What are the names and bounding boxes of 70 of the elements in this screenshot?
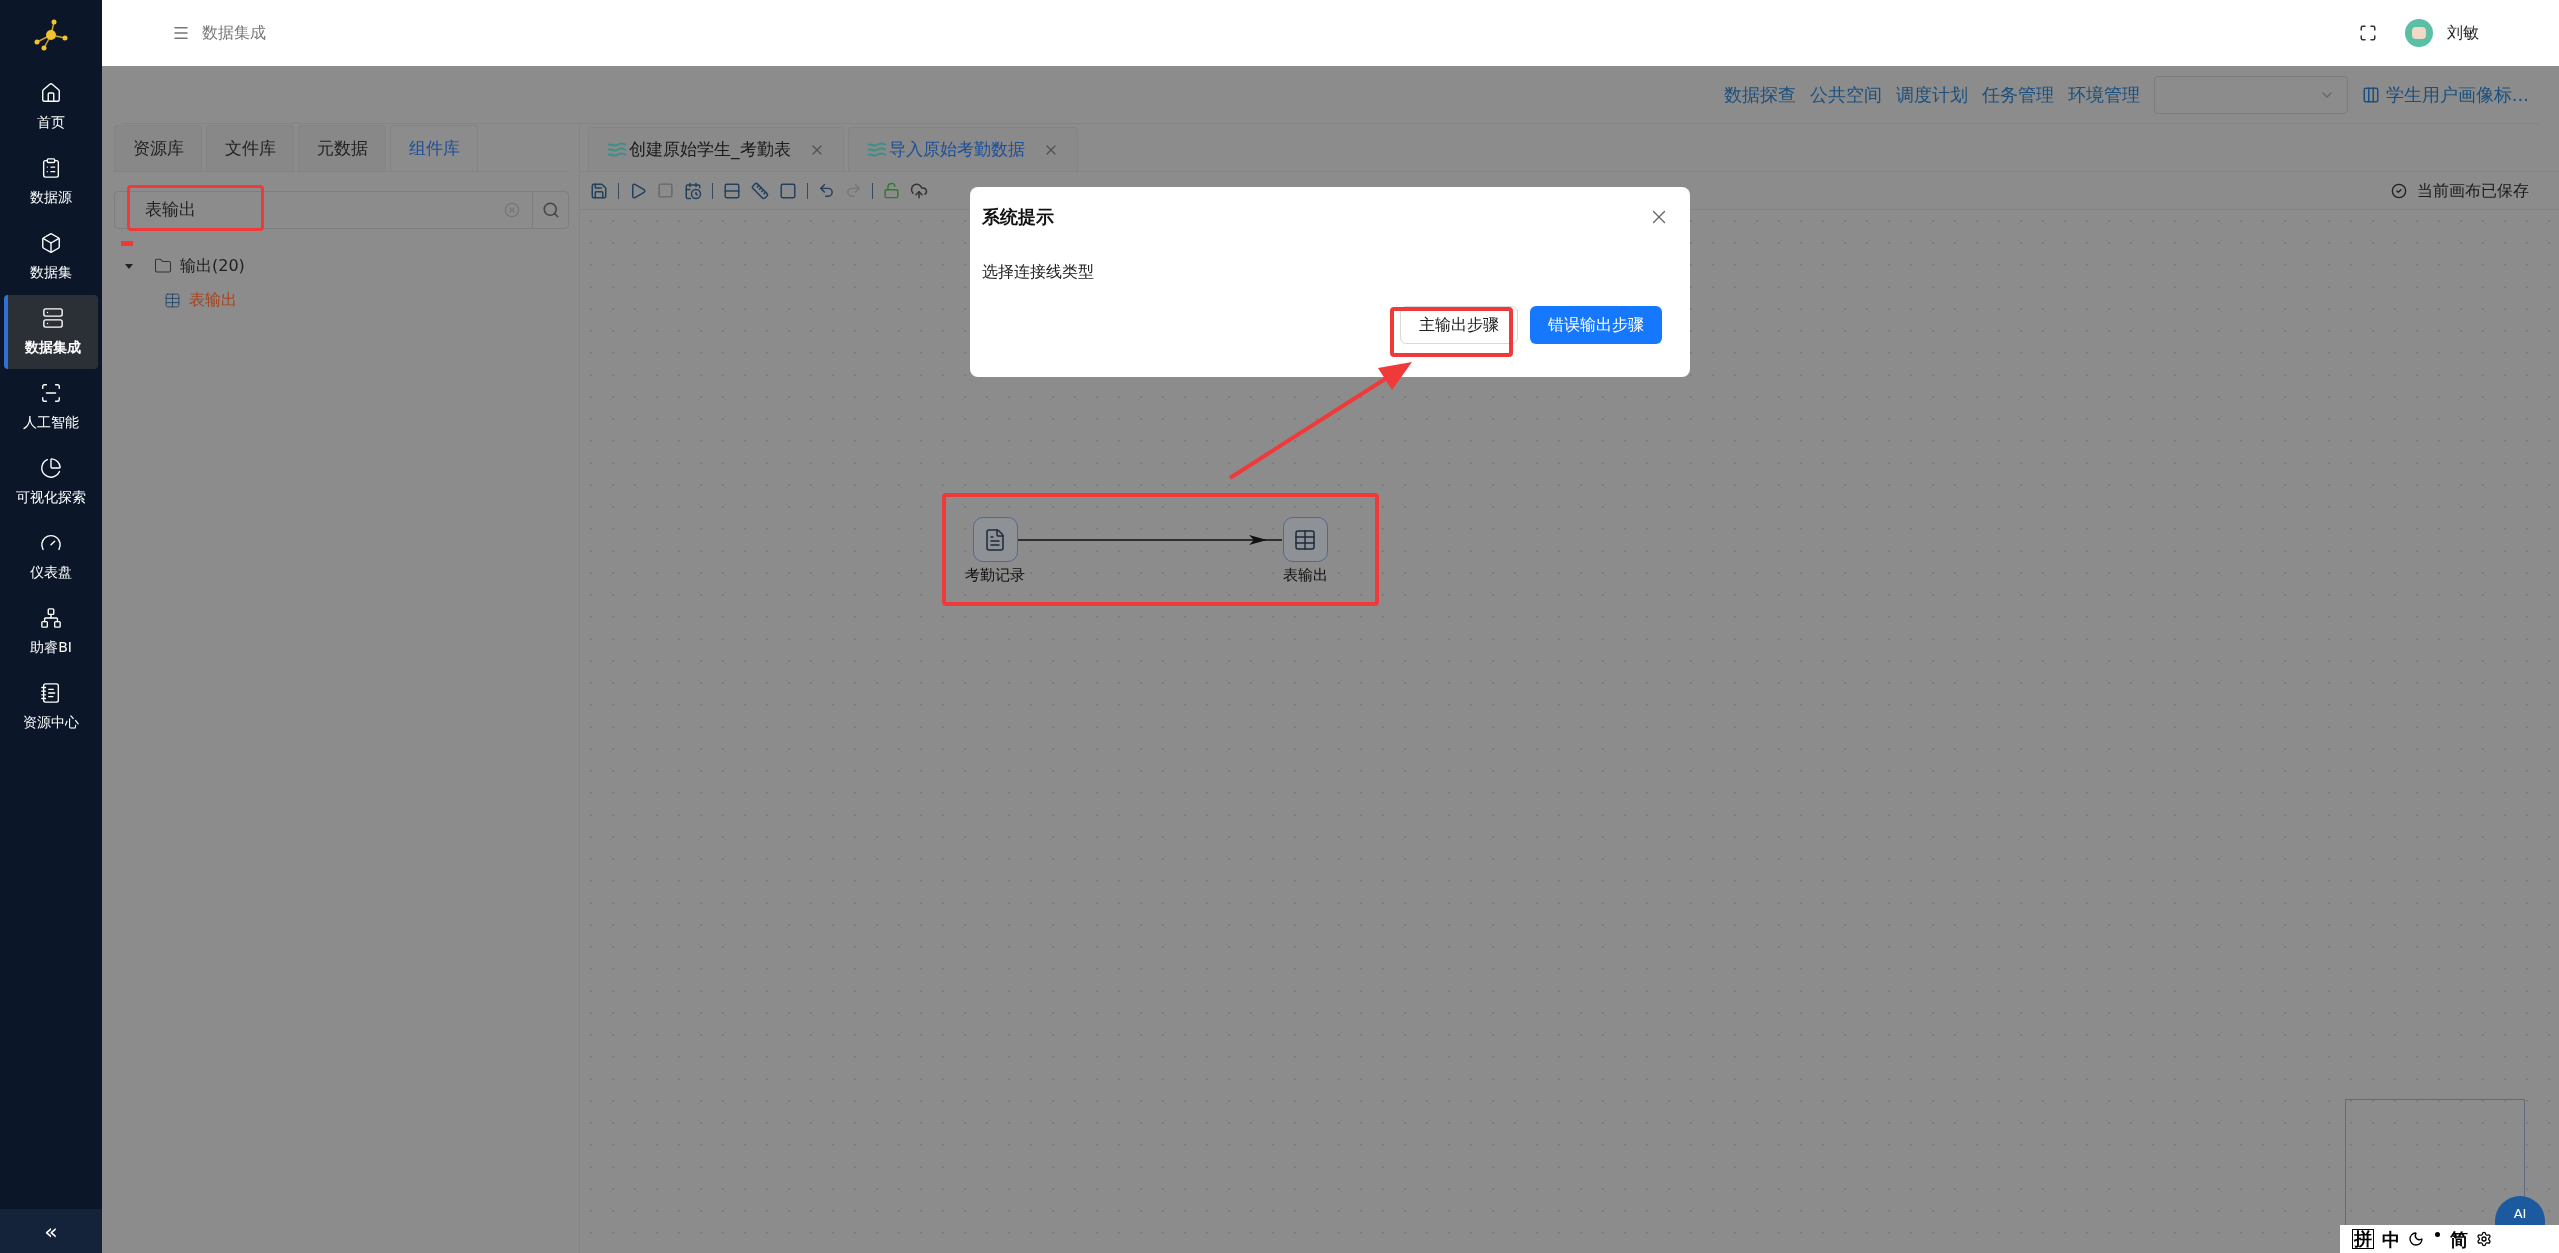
panel-tab[interactable]: 文件库 (206, 125, 294, 171)
ime-item[interactable]: 拼 (2352, 1229, 2374, 1249)
ime-item[interactable]: 中 (2382, 1225, 2400, 1253)
document-icon (983, 527, 1007, 552)
dialog-message: 选择连接线类型 (982, 261, 1095, 283)
pie-chart-icon (40, 456, 62, 479)
nav-link[interactable]: 任务管理 (1981, 81, 2054, 108)
undo-icon[interactable] (818, 182, 835, 199)
panel-tab[interactable]: 资源库 (114, 125, 202, 171)
sidebar-item[interactable]: 首页 (4, 70, 98, 144)
list-icon (40, 156, 62, 179)
select-field[interactable] (2153, 75, 2348, 114)
highlight-mark (121, 241, 133, 246)
search-field[interactable]: 表输出 (114, 191, 569, 229)
node-label: 表输出 (1282, 565, 1328, 586)
sidebar-item[interactable]: 仪表盘 (4, 520, 98, 594)
search-input: 表输出 (115, 197, 504, 223)
ruler-icon[interactable] (751, 181, 769, 200)
save-status: 当前画布已保存 (2417, 179, 2530, 202)
table-icon (164, 291, 181, 309)
tree-item[interactable]: 输出(20) (180, 254, 245, 278)
primary-button[interactable]: 错误输出步骤 (1530, 306, 1662, 344)
panel-tab[interactable]: 元数据 (298, 125, 386, 171)
rows-icon[interactable] (723, 181, 741, 200)
project-link[interactable]: 学生用户画像标... (2385, 81, 2529, 108)
breadcrumb: 数据集成 (202, 22, 266, 44)
project-icon (2361, 85, 2380, 104)
frame-icon[interactable] (779, 181, 797, 200)
server-icon (42, 306, 64, 329)
dialog-title: 系统提示 (982, 205, 1054, 229)
schedule-icon[interactable] (684, 181, 702, 200)
nav-link[interactable]: 环境管理 (2067, 81, 2140, 108)
cube-icon (40, 231, 62, 254)
node-label: 考勤记录 (965, 565, 1025, 586)
sidebar-item[interactable]: 数据源 (4, 145, 98, 219)
sidebar-item[interactable]: 人工智能 (4, 370, 98, 444)
user-name: 刘敏 (2447, 22, 2479, 44)
network-icon (40, 606, 62, 629)
editor-tab[interactable]: 创建原始学生_考勤表 (588, 127, 844, 171)
check-circle-icon (2391, 182, 2407, 199)
menu-icon[interactable] (172, 24, 190, 42)
settings-icon[interactable] (2476, 1231, 2492, 1247)
logo-icon (34, 18, 68, 52)
save-icon[interactable] (590, 181, 608, 200)
step-node[interactable] (972, 517, 1018, 562)
nav-link[interactable]: 调度计划 (1895, 81, 1968, 108)
home-icon (40, 81, 62, 104)
sidebar-item[interactable]: 助睿BI (4, 595, 98, 669)
table-icon (1293, 527, 1317, 552)
ime-item[interactable]: 简 (2450, 1225, 2468, 1253)
fullscreen-icon[interactable] (2359, 24, 2377, 42)
collapse-button[interactable]: « (0, 1209, 102, 1253)
scan-icon (40, 381, 62, 404)
flow-icon (866, 141, 887, 158)
upload-icon[interactable] (910, 181, 928, 200)
search-icon[interactable] (541, 201, 560, 219)
folder-icon (154, 257, 172, 275)
nav-link[interactable]: 数据探查 (1723, 81, 1796, 108)
step-node[interactable] (1282, 517, 1328, 562)
avatar[interactable] (2405, 19, 2433, 47)
sidebar-item[interactable]: 数据集成 (4, 295, 98, 369)
flow-icon (607, 141, 627, 158)
sidebar-item[interactable]: 资源中心 (4, 670, 98, 744)
play-icon[interactable] (629, 181, 647, 200)
sidebar-item[interactable]: 数据集 (4, 220, 98, 294)
nav-link[interactable]: 公共空间 (1809, 81, 1882, 108)
notebook-icon (40, 681, 62, 704)
moon-icon[interactable] (2408, 1231, 2424, 1247)
sidebar-item[interactable]: 可视化探索 (4, 445, 98, 519)
caret-icon[interactable] (124, 261, 134, 271)
